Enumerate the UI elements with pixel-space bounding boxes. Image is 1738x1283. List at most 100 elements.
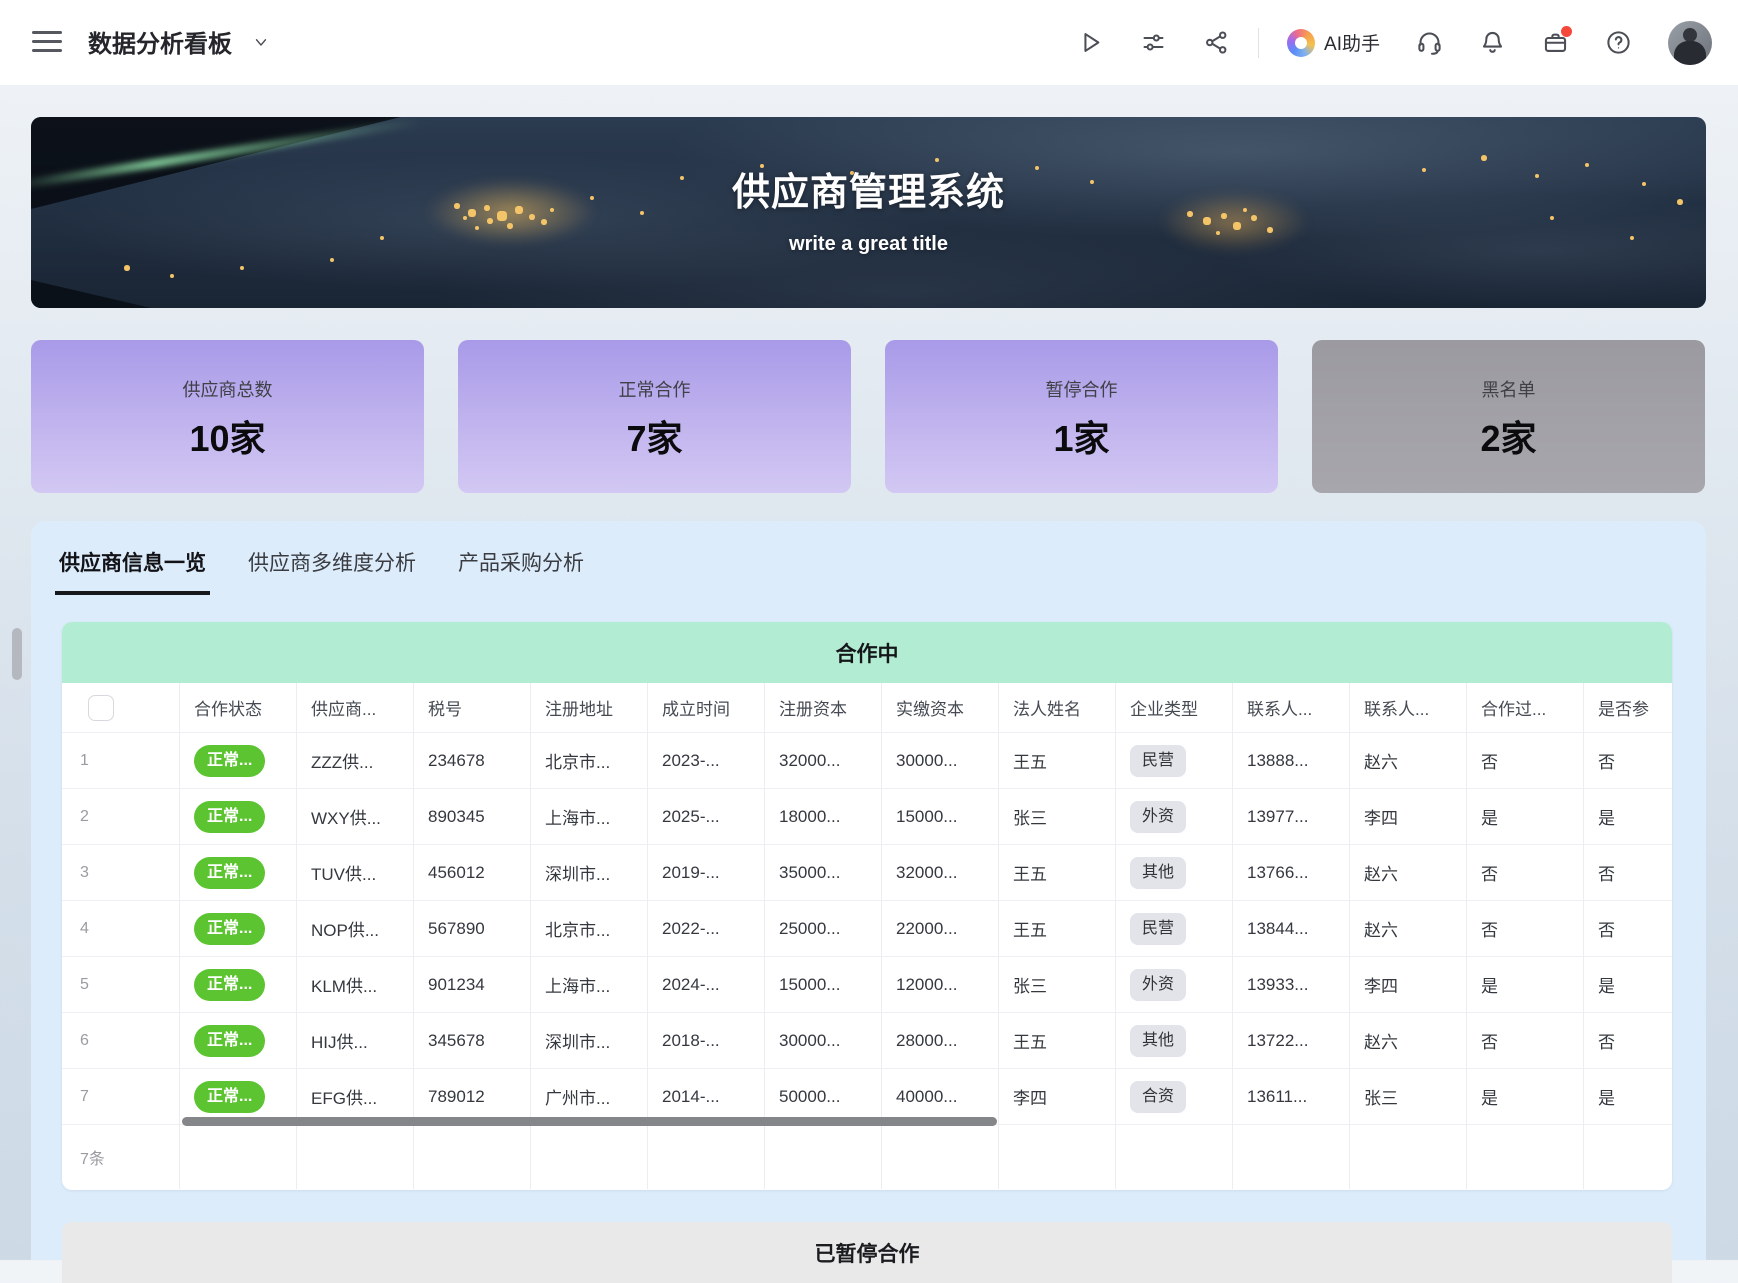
table-cell[interactable]: 王五 [999,901,1116,957]
table-cell[interactable]: 赵六 [1350,1013,1467,1069]
table-cell[interactable]: 正常... [180,845,297,901]
tab-supplier-multidimensional-analysis[interactable]: 供应商多维度分析 [244,547,420,595]
page-vertical-scrollbar[interactable] [12,628,22,680]
table-cell[interactable]: HIJ供... [297,1013,414,1069]
table-cell[interactable]: 2024-... [648,957,765,1013]
table-cell[interactable]: 13611... [1233,1069,1350,1125]
table-cell[interactable]: 深圳市... [531,845,648,901]
table-cell[interactable]: 是 [1584,957,1672,1013]
table-cell[interactable]: 正常... [180,1013,297,1069]
table-cell[interactable]: 345678 [414,1013,531,1069]
tab-product-procurement-analysis[interactable]: 产品采购分析 [454,547,588,595]
table-cell[interactable]: 12000... [882,957,999,1013]
table-cell[interactable]: 30000... [765,1013,882,1069]
table-cell[interactable]: 王五 [999,1013,1116,1069]
table-cell[interactable]: KLM供... [297,957,414,1013]
table-cell[interactable]: 赵六 [1350,733,1467,789]
hero-title[interactable]: 供应商管理系统 [31,161,1706,216]
column-header[interactable]: 注册地址 [531,683,648,733]
table-cell[interactable]: NOP供... [297,901,414,957]
user-avatar[interactable] [1668,21,1712,65]
briefcase-button[interactable] [1542,29,1569,56]
table-row[interactable]: 3正常...TUV供...456012深圳市...2019-...35000..… [62,845,1672,901]
table-cell[interactable]: 32000... [765,733,882,789]
table-cell[interactable]: WXY供... [297,789,414,845]
table-cell[interactable]: 2023-... [648,733,765,789]
table-cell[interactable]: 王五 [999,733,1116,789]
table-row[interactable]: 2正常...WXY供...890345上海市...2025-...18000..… [62,789,1672,845]
table-cell[interactable]: 13888... [1233,733,1350,789]
table-cell[interactable]: 18000... [765,789,882,845]
table-cell[interactable]: 15000... [765,957,882,1013]
table-row[interactable]: 4正常...NOP供...567890北京市...2022-...25000..… [62,901,1672,957]
table-cell[interactable]: 李四 [999,1069,1116,1125]
table-cell[interactable]: 否 [1584,733,1672,789]
table-cell[interactable]: 234678 [414,733,531,789]
table-cell[interactable]: 张三 [999,957,1116,1013]
horizontal-scrollbar[interactable] [182,1117,997,1126]
column-header[interactable]: 联系人... [1233,683,1350,733]
table-cell[interactable]: 外资 [1116,957,1233,1013]
table-cell[interactable]: 是 [1467,957,1584,1013]
table-cell[interactable]: 32000... [882,845,999,901]
table-cell[interactable]: 合资 [1116,1069,1233,1125]
table-cell[interactable]: 13722... [1233,1013,1350,1069]
table-cell[interactable]: 否 [1467,845,1584,901]
table-cell[interactable]: 456012 [414,845,531,901]
column-header[interactable]: 成立时间 [648,683,765,733]
cover-banner[interactable]: 供应商管理系统 write a great title [31,117,1706,308]
table-cell[interactable]: 北京市... [531,901,648,957]
table-cell[interactable]: 13844... [1233,901,1350,957]
column-header[interactable]: 法人姓名 [999,683,1116,733]
select-all-checkbox[interactable] [88,695,114,721]
table-cell[interactable]: 13977... [1233,789,1350,845]
stat-card-paused-cooperation[interactable]: 暂停合作 1家 [885,340,1278,493]
stat-card-normal-cooperation[interactable]: 正常合作 7家 [458,340,851,493]
table-cell[interactable]: 28000... [882,1013,999,1069]
table-cell[interactable]: 13766... [1233,845,1350,901]
table-cell[interactable]: 赵六 [1350,901,1467,957]
table-cell[interactable]: 民营 [1116,901,1233,957]
table-cell[interactable]: 35000... [765,845,882,901]
table-cell[interactable]: 2022-... [648,901,765,957]
help-icon[interactable] [1605,29,1632,56]
table-cell[interactable]: 北京市... [531,733,648,789]
table-cell[interactable]: 正常... [180,957,297,1013]
table-cell[interactable]: 是 [1467,789,1584,845]
column-header[interactable]: 是否参 [1584,683,1672,733]
table-cell[interactable]: 2025-... [648,789,765,845]
table-cell[interactable]: 上海市... [531,957,648,1013]
table-cell[interactable]: 其他 [1116,845,1233,901]
table-cell[interactable]: 王五 [999,845,1116,901]
table-cell[interactable]: 是 [1584,789,1672,845]
adjust-sliders-icon[interactable] [1140,29,1167,56]
table-row[interactable]: 5正常...KLM供...901234上海市...2024-...15000..… [62,957,1672,1013]
table-cell[interactable]: 否 [1584,845,1672,901]
table-row[interactable]: 6正常...HIJ供...345678深圳市...2018-...30000..… [62,1013,1672,1069]
table-cell[interactable]: 是 [1467,1069,1584,1125]
table-cell[interactable]: 李四 [1350,957,1467,1013]
table-cell[interactable]: 民营 [1116,733,1233,789]
column-header[interactable]: 实缴资本 [882,683,999,733]
table-cell[interactable]: 深圳市... [531,1013,648,1069]
tab-supplier-info-overview[interactable]: 供应商信息一览 [55,547,210,595]
table-cell[interactable]: 其他 [1116,1013,1233,1069]
title-chevron-down-icon[interactable] [252,33,270,56]
table-cell[interactable]: 李四 [1350,789,1467,845]
column-header[interactable]: 税号 [414,683,531,733]
table-cell[interactable]: 2019-... [648,845,765,901]
table-cell[interactable]: 890345 [414,789,531,845]
table-cell[interactable]: 2018-... [648,1013,765,1069]
table-cell[interactable]: 30000... [882,733,999,789]
column-header[interactable]: 联系人... [1350,683,1467,733]
table-cell[interactable]: 正常... [180,901,297,957]
table-cell[interactable]: 否 [1584,901,1672,957]
ai-assistant-button[interactable]: AI助手 [1287,29,1380,57]
table-cell[interactable]: 否 [1467,733,1584,789]
play-icon[interactable] [1077,29,1104,56]
table-cell[interactable]: 13933... [1233,957,1350,1013]
table-cell[interactable]: 901234 [414,957,531,1013]
table-cell[interactable]: 25000... [765,901,882,957]
table-cell[interactable]: 567890 [414,901,531,957]
table-cell[interactable]: ZZZ供... [297,733,414,789]
